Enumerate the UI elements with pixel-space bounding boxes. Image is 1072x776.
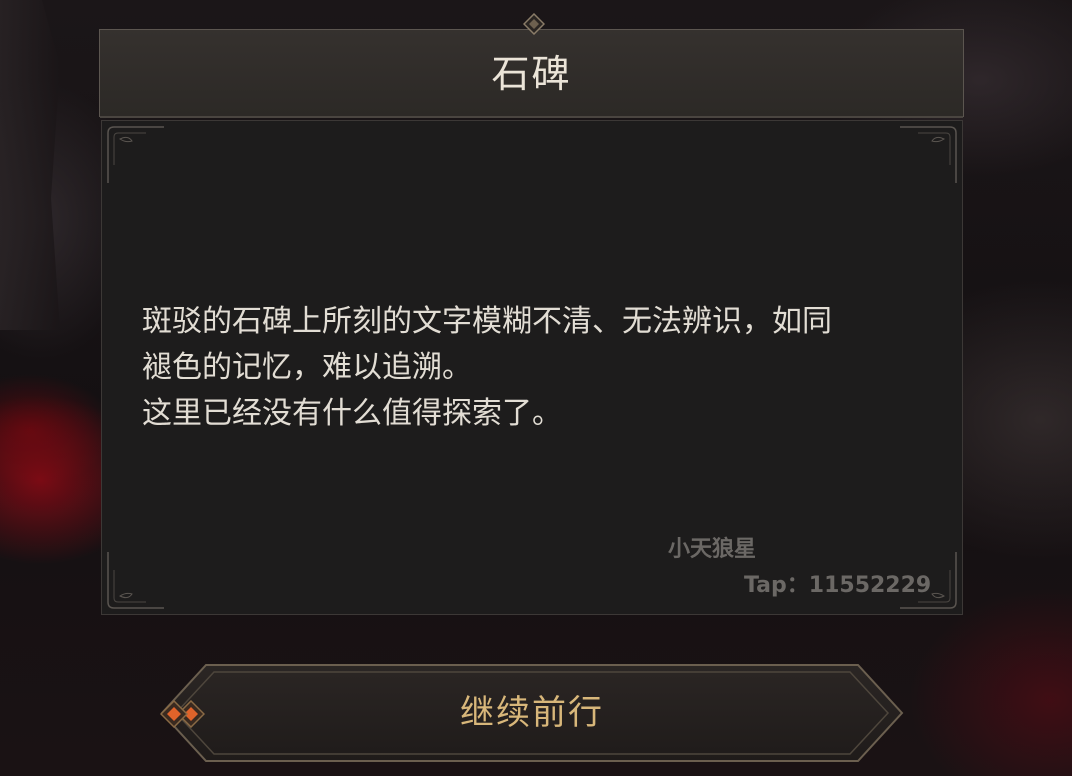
dialog-panel: 斑驳的石碑上所刻的文字模糊不清、无法辨识，如同 褪色的记忆，难以追溯。 这里已经…	[101, 120, 963, 615]
background-tower	[0, 0, 60, 330]
watermark-tap-id: Tap：11552229	[744, 573, 932, 598]
dialog-body-text: 斑驳的石碑上所刻的文字模糊不清、无法辨识，如同 褪色的记忆，难以追溯。 这里已经…	[142, 299, 942, 437]
dialog-title-bar: 石碑	[99, 29, 964, 118]
corner-ornament-icon	[107, 126, 164, 183]
continue-button[interactable]: 继续前行	[160, 663, 904, 763]
watermark-author: 小天狼星	[668, 537, 757, 562]
title-ornament-icon	[523, 13, 545, 35]
dialog-line: 褪色的记忆，难以追溯。	[142, 350, 472, 385]
corner-ornament-icon	[900, 126, 957, 183]
corner-ornament-icon	[107, 552, 164, 609]
dialog-line: 斑驳的石碑上所刻的文字模糊不清、无法辨识，如同	[142, 304, 832, 339]
dialog-title: 石碑	[491, 52, 572, 96]
continue-button-label: 继续前行	[460, 693, 604, 733]
dialog-line: 这里已经没有什么值得探索了。	[142, 396, 562, 431]
